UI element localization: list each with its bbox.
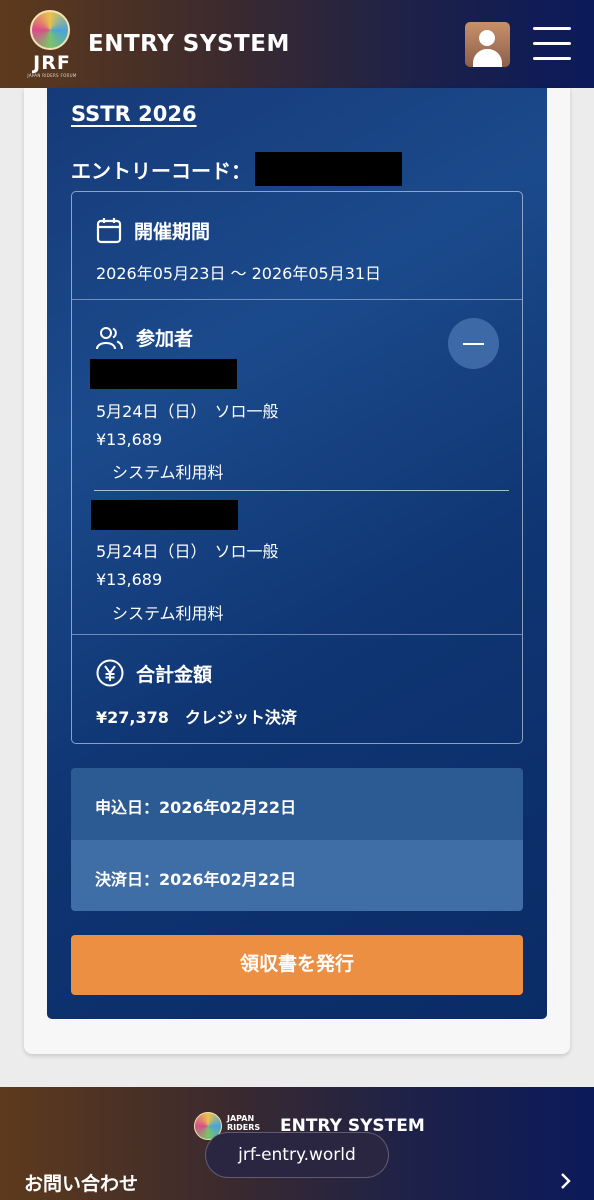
entry-code-redacted <box>255 152 402 186</box>
section-divider <box>72 634 522 635</box>
footer-logo-line: RIDERS <box>227 1123 261 1132</box>
period-range: 2026年05月23日 〜 2026年05月31日 <box>96 264 382 283</box>
participant-fee: システム利用料 <box>112 604 224 623</box>
participants-heading: 参加者 <box>96 324 193 351</box>
applied-date: 申込日：2026年02月22日 <box>95 798 297 817</box>
period-heading: 開催期間 <box>96 216 210 244</box>
logo-text: JRF <box>33 52 71 74</box>
paid-date-row: 決済日：2026年02月22日 <box>71 840 523 911</box>
footer-logo-line: JAPAN <box>227 1114 255 1123</box>
participant-price: ¥13,689 <box>96 570 163 589</box>
user-icon <box>479 30 495 46</box>
logo-emblem-icon <box>30 10 70 50</box>
chevron-right-icon[interactable] <box>560 1171 572 1191</box>
logo-subtext: JAPAN RIDERS FORUM <box>27 73 77 78</box>
calendar-icon <box>96 218 122 244</box>
total-heading: 合計金額 <box>96 659 212 687</box>
menu-icon-line <box>533 57 571 60</box>
app-header: JRF JAPAN RIDERS FORUM ENTRY SYSTEM <box>0 0 594 88</box>
dates-box: 申込日：2026年02月22日 決済日：2026年02月22日 <box>71 768 523 911</box>
minus-icon <box>463 343 484 345</box>
issue-receipt-button[interactable]: 領収書を発行 <box>71 935 523 995</box>
applied-date-row: 申込日：2026年02月22日 <box>71 768 523 840</box>
entry-code-row: エントリーコード： <box>71 152 402 186</box>
entry-detail-panel: SSTR 2026 エントリーコード： 開催期間 2026年05月23日 〜 2… <box>47 88 547 1019</box>
participant-fee: システム利用料 <box>112 463 224 482</box>
participant-name-redacted <box>90 359 237 389</box>
participant-detail: 5月24日（日） ソロ一般 <box>96 542 279 561</box>
participant-name-redacted <box>91 500 238 530</box>
footer-logo-text: JAPAN RIDERS <box>227 1114 260 1132</box>
paid-date: 決済日：2026年02月22日 <box>95 870 297 889</box>
entry-info-box: 開催期間 2026年05月23日 〜 2026年05月31日 参加者 5月24日… <box>71 191 523 744</box>
period-title: 開催期間 <box>134 220 211 243</box>
user-avatar-button[interactable] <box>465 22 510 67</box>
participant-price: ¥13,689 <box>96 430 163 449</box>
entry-code-label: エントリーコード： <box>71 158 251 183</box>
brand-title: ENTRY SYSTEM <box>88 31 290 57</box>
menu-icon-line <box>533 27 571 30</box>
participant-detail: 5月24日（日） ソロ一般 <box>96 402 279 421</box>
collapse-participants-button[interactable] <box>448 318 499 369</box>
total-amount: ¥27,378 クレジット決済 <box>96 708 297 727</box>
yen-icon <box>96 659 124 687</box>
menu-icon-line <box>533 42 571 45</box>
participant-divider <box>94 490 509 491</box>
section-divider <box>72 299 522 300</box>
hamburger-menu-button[interactable] <box>533 27 571 61</box>
jrf-logo[interactable]: JRF JAPAN RIDERS FORUM <box>22 8 82 80</box>
participants-title: 参加者 <box>136 328 194 350</box>
contact-link[interactable]: お問い合わせ <box>24 1169 138 1196</box>
user-icon-body <box>473 49 502 67</box>
users-icon <box>96 326 123 349</box>
event-title-link[interactable]: SSTR 2026 <box>71 102 197 126</box>
total-title: 合計金額 <box>136 663 213 686</box>
site-url-link[interactable]: jrf-entry.world <box>205 1132 389 1178</box>
app-footer: JAPAN RIDERS ENTRY SYSTEM jrf-entry.worl… <box>0 1087 594 1200</box>
